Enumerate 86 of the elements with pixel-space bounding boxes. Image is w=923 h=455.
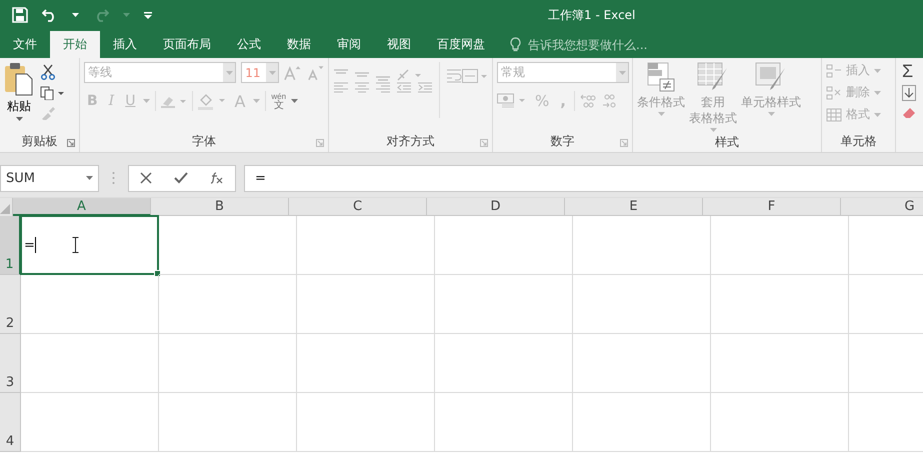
column-header[interactable]: A bbox=[13, 198, 151, 216]
align-center-icon[interactable] bbox=[354, 82, 370, 94]
group-title: 单元格 bbox=[840, 132, 876, 150]
align-right-icon[interactable] bbox=[375, 82, 391, 94]
window-title: 工作簿1 - Excel bbox=[548, 7, 636, 24]
table-format-icon bbox=[697, 62, 729, 92]
eraser-icon[interactable] bbox=[902, 106, 916, 120]
conditional-format-icon bbox=[647, 62, 675, 92]
caret-icon bbox=[86, 176, 93, 180]
format-painter-icon[interactable] bbox=[40, 106, 56, 120]
caret-icon bbox=[16, 117, 22, 121]
checkmark-icon[interactable] bbox=[174, 172, 188, 184]
align-left-icon[interactable] bbox=[333, 82, 349, 94]
group-title: 数字 bbox=[550, 132, 574, 150]
row-header[interactable]: 1 bbox=[0, 216, 21, 275]
ribbon-tab[interactable]: 文件 bbox=[0, 31, 50, 58]
autosum-button[interactable]: Σ bbox=[902, 62, 916, 80]
caret-icon bbox=[768, 112, 774, 116]
dialog-launcher-icon[interactable] bbox=[67, 139, 75, 147]
insert-function-icon[interactable] bbox=[210, 172, 224, 184]
column-header[interactable]: D bbox=[427, 198, 565, 216]
ribbon-tab[interactable]: 数据 bbox=[274, 31, 324, 58]
copy-icon[interactable] bbox=[40, 86, 64, 100]
row-header[interactable]: 4 bbox=[0, 393, 21, 452]
column-header[interactable]: F bbox=[703, 198, 841, 216]
cancel-icon[interactable] bbox=[140, 172, 152, 184]
insert-cells-icon bbox=[826, 64, 842, 78]
decrease-indent-icon[interactable] bbox=[396, 82, 412, 94]
formula-input[interactable]: = bbox=[244, 164, 923, 192]
group-title: 字体 bbox=[192, 132, 216, 150]
format-cells-icon bbox=[826, 108, 842, 122]
dialog-launcher-icon[interactable] bbox=[480, 139, 488, 147]
border-icon[interactable] bbox=[161, 94, 188, 108]
decrease-decimal-icon[interactable] bbox=[600, 93, 617, 109]
increase-indent-icon[interactable] bbox=[417, 82, 433, 94]
text-cursor-icon bbox=[72, 237, 79, 253]
column-header[interactable]: E bbox=[565, 198, 703, 216]
ribbon-tab[interactable]: 百度网盘 bbox=[424, 31, 498, 58]
column-header[interactable]: C bbox=[289, 198, 427, 216]
customize-menu-icon[interactable] bbox=[144, 12, 152, 18]
caret-icon bbox=[268, 70, 276, 74]
clipboard-icon bbox=[4, 62, 34, 96]
dialog-launcher-icon[interactable] bbox=[316, 139, 324, 147]
merge-cells-icon[interactable] bbox=[462, 69, 488, 83]
fill-color-icon[interactable] bbox=[198, 92, 226, 110]
cell-style-icon bbox=[755, 62, 787, 92]
wrap-text-icon[interactable] bbox=[446, 69, 462, 83]
orientation-icon[interactable] bbox=[396, 68, 422, 82]
ribbon-tab[interactable]: 插入 bbox=[100, 31, 150, 58]
increase-font-size-icon[interactable] bbox=[284, 64, 302, 80]
ribbon-tab[interactable]: 开始 bbox=[50, 31, 100, 58]
caret-icon bbox=[874, 68, 881, 72]
group-title: 样式 bbox=[715, 134, 739, 150]
currency-icon[interactable] bbox=[497, 93, 527, 109]
decrease-font-size-icon[interactable] bbox=[306, 64, 324, 80]
row-header[interactable]: 3 bbox=[0, 334, 21, 393]
ribbon-tab[interactable]: 页面布局 bbox=[150, 31, 224, 58]
caret-icon bbox=[618, 70, 626, 74]
group-title: 对齐方式 bbox=[386, 132, 434, 150]
delete-cells-icon bbox=[826, 86, 842, 100]
ribbon-tab[interactable]: 公式 bbox=[224, 31, 274, 58]
row-header[interactable]: 2 bbox=[0, 275, 21, 334]
grip-icon[interactable] bbox=[112, 171, 115, 185]
lightbulb-icon bbox=[510, 37, 521, 52]
dialog-launcher-icon[interactable] bbox=[620, 139, 628, 147]
caret-icon bbox=[658, 112, 664, 116]
tell-me-search-field[interactable]: 告诉我您想要做什么... bbox=[526, 36, 670, 52]
scissors-icon[interactable] bbox=[40, 64, 56, 80]
triangle-icon bbox=[0, 204, 10, 214]
increase-decimal-icon[interactable] bbox=[580, 93, 596, 109]
column-header[interactable]: G bbox=[841, 198, 923, 216]
ribbon-tab[interactable]: 审阅 bbox=[324, 31, 374, 58]
group-title: 剪贴板 bbox=[22, 132, 58, 150]
caret-icon bbox=[710, 128, 716, 132]
caret-icon[interactable] bbox=[291, 99, 298, 103]
caret-icon bbox=[874, 90, 881, 94]
save-icon[interactable] bbox=[12, 7, 28, 23]
paste-button[interactable]: 粘贴 bbox=[4, 62, 34, 130]
caret-icon[interactable] bbox=[72, 13, 79, 17]
phonetic-guide-button[interactable]: wén 文 bbox=[271, 92, 286, 110]
caret-icon bbox=[226, 70, 233, 74]
fill-down-icon[interactable] bbox=[902, 85, 916, 101]
ribbon-tab[interactable]: 视图 bbox=[374, 31, 424, 58]
active-cell[interactable]: = bbox=[20, 215, 159, 275]
name-box[interactable]: SUM bbox=[0, 164, 99, 192]
caret-icon bbox=[874, 112, 881, 116]
